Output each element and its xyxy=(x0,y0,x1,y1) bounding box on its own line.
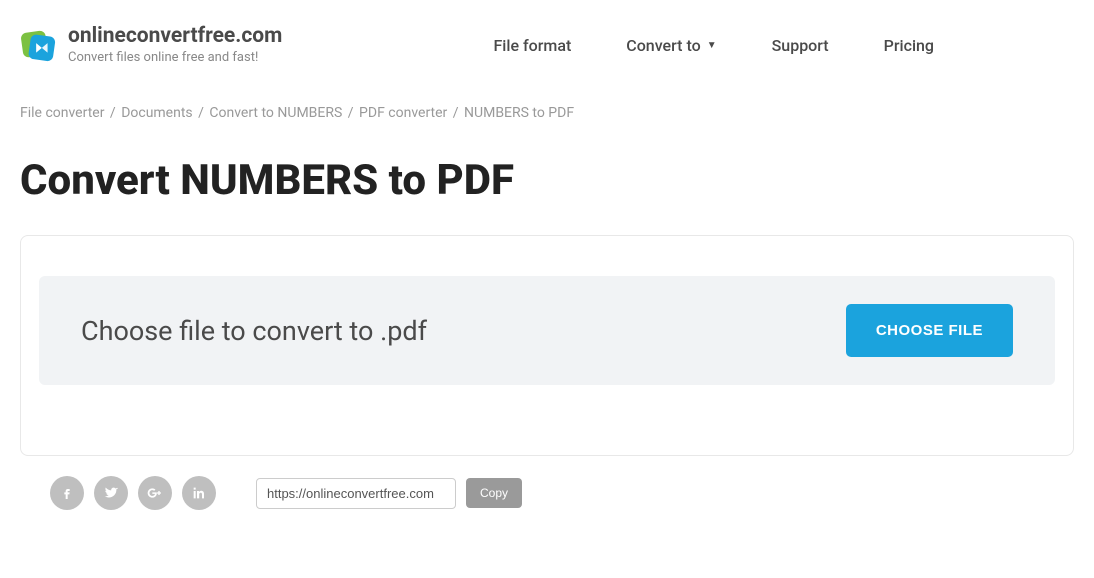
nav-support[interactable]: Support xyxy=(772,36,829,55)
nav-file-format[interactable]: File format xyxy=(493,36,571,55)
twitter-icon[interactable] xyxy=(94,476,128,510)
main-nav: File format Convert to ▼ Support Pricing xyxy=(493,36,1074,55)
breadcrumb-item[interactable]: PDF converter xyxy=(359,105,447,121)
breadcrumb-item[interactable]: Convert to NUMBERS xyxy=(209,105,342,121)
logo-text: onlineconvertfree.com Convert files onli… xyxy=(68,25,282,65)
breadcrumb-separator: / xyxy=(198,105,204,121)
nav-label: Pricing xyxy=(884,36,934,55)
nav-convert-to[interactable]: Convert to ▼ xyxy=(626,36,716,55)
social-icons xyxy=(50,476,216,510)
breadcrumb-item[interactable]: Documents xyxy=(121,105,192,121)
breadcrumb-separator: / xyxy=(453,105,459,121)
nav-label: Convert to xyxy=(626,36,700,55)
file-chooser-row: Choose file to convert to .pdf CHOOSE FI… xyxy=(39,276,1055,385)
breadcrumb-separator: / xyxy=(110,105,116,121)
nav-label: File format xyxy=(493,36,571,55)
nav-label: Support xyxy=(772,36,829,55)
breadcrumb-item[interactable]: File converter xyxy=(20,105,104,121)
copy-button[interactable]: Copy xyxy=(466,478,522,508)
logo-icon xyxy=(20,26,58,64)
page-title: Convert NUMBERS to PDF xyxy=(0,131,1094,235)
logo-tagline: Convert files online free and fast! xyxy=(68,50,282,65)
file-chooser-label: Choose file to convert to .pdf xyxy=(81,315,427,347)
facebook-icon[interactable] xyxy=(50,476,84,510)
choose-file-button[interactable]: CHOOSE FILE xyxy=(846,304,1013,357)
convert-card: Choose file to convert to .pdf CHOOSE FI… xyxy=(20,235,1074,456)
logo-title: onlineconvertfree.com xyxy=(68,25,282,48)
logo-area[interactable]: onlineconvertfree.com Convert files onli… xyxy=(20,25,282,65)
breadcrumb: File converter / Documents / Convert to … xyxy=(0,75,1094,131)
chevron-down-icon: ▼ xyxy=(707,40,717,51)
share-row: Copy xyxy=(0,456,1094,530)
nav-pricing[interactable]: Pricing xyxy=(884,36,934,55)
breadcrumb-item[interactable]: NUMBERS to PDF xyxy=(464,105,574,121)
linkedin-icon[interactable] xyxy=(182,476,216,510)
breadcrumb-separator: / xyxy=(348,105,354,121)
googleplus-icon[interactable] xyxy=(138,476,172,510)
header: onlineconvertfree.com Convert files onli… xyxy=(0,0,1094,75)
share-url-input[interactable] xyxy=(256,478,456,509)
